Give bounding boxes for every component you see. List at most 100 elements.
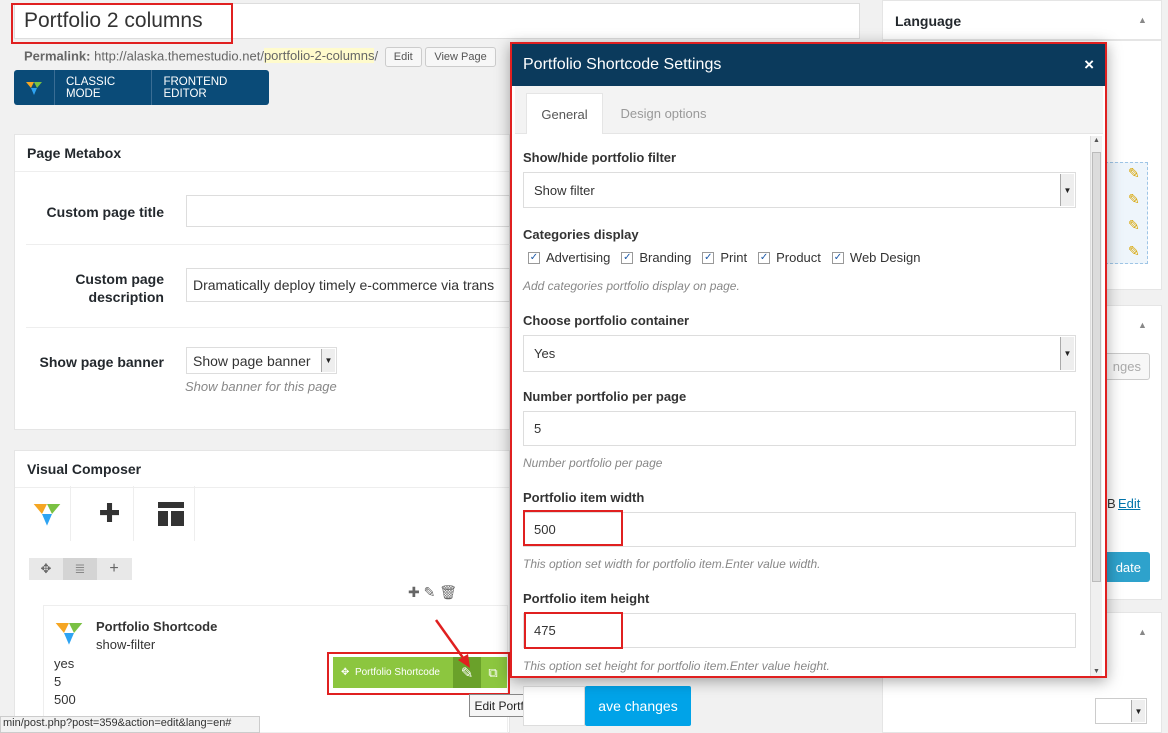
checkbox-checked-icon: ✓ [831,251,844,264]
pencil-icon[interactable]: ✎ [1128,165,1140,182]
custom-page-description-label: Custom page description [75,271,164,305]
scrollbar-thumb[interactable] [1092,152,1101,582]
edit-pencil-icon[interactable]: ✎ [424,584,436,600]
save-changes-button[interactable]: ave changes [585,686,691,726]
close-icon[interactable]: × [1084,55,1094,75]
category-checkbox[interactable]: ✓ Branding [621,250,691,265]
vc-logo-icon[interactable] [23,486,71,541]
divider [26,244,510,245]
element-title: Portfolio Shortcode [96,619,218,634]
collapse-icon[interactable]: ▲ [1138,15,1147,25]
modal-close-button[interactable] [523,686,585,726]
height-highlight [524,612,623,649]
category-label: Print [720,250,748,265]
edit-button-highlight [327,652,510,695]
scroll-down-icon[interactable]: ▼ [1093,668,1100,675]
container-select-value: Yes [534,346,556,361]
show-page-banner-value: Show page banner [193,352,311,369]
pencil-icon[interactable]: ✎ [1128,217,1140,234]
language-box-header: Language ▲ [882,0,1162,40]
show-page-banner-label: Show page banner [39,354,164,370]
classic-mode-button[interactable]: CLASSIC MODE [55,70,153,105]
templates-icon[interactable] [147,486,195,541]
item-height-label: Portfolio item height [523,591,650,606]
column-layout-icon[interactable]: ≣ [63,558,97,580]
categories-label: Categories display [523,227,639,242]
pencil-icon[interactable]: ✎ [1128,243,1140,260]
vc-logo-icon[interactable] [14,70,55,105]
item-width-label: Portfolio item width [523,490,645,505]
scroll-up-icon[interactable]: ▲ [1093,137,1100,144]
category-label: Advertising [546,250,611,265]
chevron-down-icon: ▼ [1060,337,1074,370]
modal-scrollbar[interactable]: ▲ ▼ [1090,136,1102,676]
element-value: 5 [54,674,62,689]
view-page-button[interactable]: View Page [425,47,496,67]
divider [26,327,510,328]
add-icon[interactable]: ✚ [408,584,420,600]
filter-select[interactable]: Show filter ▼ [523,172,1076,208]
show-banner-hint: Show banner for this page [185,379,337,394]
category-checkbox[interactable]: ✓ Advertising [528,250,610,265]
custom-page-description-input[interactable]: Dramatically deploy timely e-commerce vi… [186,268,510,302]
collapse-icon[interactable]: ▲ [1138,627,1147,637]
translation-list [1105,162,1148,264]
checkbox-checked-icon: ✓ [758,251,771,264]
per-page-input[interactable]: 5 [523,411,1076,446]
modal-header: Portfolio Shortcode Settings × [512,44,1105,86]
template-select[interactable]: ▼ [1095,698,1147,724]
red-arrow-annotation [434,619,470,668]
portfolio-settings-modal: Portfolio Shortcode Settings × General D… [510,42,1107,678]
checkbox-checked-icon: ✓ [621,251,634,264]
filter-select-value: Show filter [534,182,595,198]
permalink-label: Permalink: [24,48,91,64]
status-bar-url: min/post.php?post=359&action=edit&lang=e… [0,716,260,733]
category-checkbox[interactable]: ✓ Product [758,250,821,265]
checkbox-checked-icon: ✓ [702,251,715,264]
element-param: show-filter [96,637,156,652]
modal-tabs: General Design options [515,86,1103,134]
edit-link[interactable]: Edit [1118,496,1140,511]
frontend-editor-button[interactable]: FRONTEND EDITOR [152,70,269,105]
permalink-base: http://alaska.themestudio.net/ [94,48,264,64]
pencil-icon[interactable]: ✎ [1128,191,1140,208]
row-actions: ✚ ✎ 🗑 [408,584,457,601]
chevron-down-icon: ▼ [1060,174,1074,206]
permalink-edit-button[interactable]: Edit [384,47,422,67]
visual-composer-title: Visual Composer [15,451,509,488]
title-highlight [11,3,233,44]
element-value: 500 [54,692,76,707]
chevron-down-icon: ▼ [1131,700,1145,722]
add-column-icon[interactable]: + [97,560,131,578]
per-page-label: Number portfolio per page [523,389,687,404]
page-metabox-title: Page Metabox [15,135,509,172]
show-page-banner-select[interactable]: Show page banner ▼ [186,347,337,374]
element-value: yes [54,656,75,671]
modal-title: Portfolio Shortcode Settings [523,56,722,73]
add-element-icon[interactable]: ✚ [86,486,134,541]
language-title: Language [895,13,962,29]
per-page-hint: Number portfolio per page [523,456,663,470]
custom-page-title-input[interactable] [186,195,510,227]
permalink-end: / [374,48,379,64]
item-height-hint: This option set height for portfolio ite… [523,659,830,673]
filter-label: Show/hide portfolio filter [523,150,677,165]
categories-checkboxes: ✓ Advertising ✓ Branding ✓ Print ✓ Product ✓… [528,250,931,265]
category-checkbox[interactable]: ✓ Print [702,250,747,265]
trash-icon[interactable]: 🗑 [439,584,457,600]
checkbox-checked-icon: ✓ [528,251,540,264]
container-label: Choose portfolio container [523,313,690,328]
vc-mode-bar: CLASSIC MODE FRONTEND EDITOR [14,70,269,105]
permalink-slug[interactable]: portfolio-2-columns [263,48,375,64]
row-controls: ✥ ≣ + [29,558,132,580]
custom-page-title-label: Custom page title [46,204,164,220]
category-label: Branding [639,250,692,265]
category-label: Product [776,250,821,265]
item-width-hint: This option set width for portfolio item… [523,557,821,571]
move-icon[interactable]: ✥ [29,561,63,577]
category-label: Web Design [849,250,921,265]
tab-general[interactable]: General [526,93,603,134]
container-select[interactable]: Yes ▼ [523,335,1076,372]
tab-design-options[interactable]: Design options [611,93,716,134]
category-checkbox[interactable]: ✓ Web Design [831,250,921,265]
